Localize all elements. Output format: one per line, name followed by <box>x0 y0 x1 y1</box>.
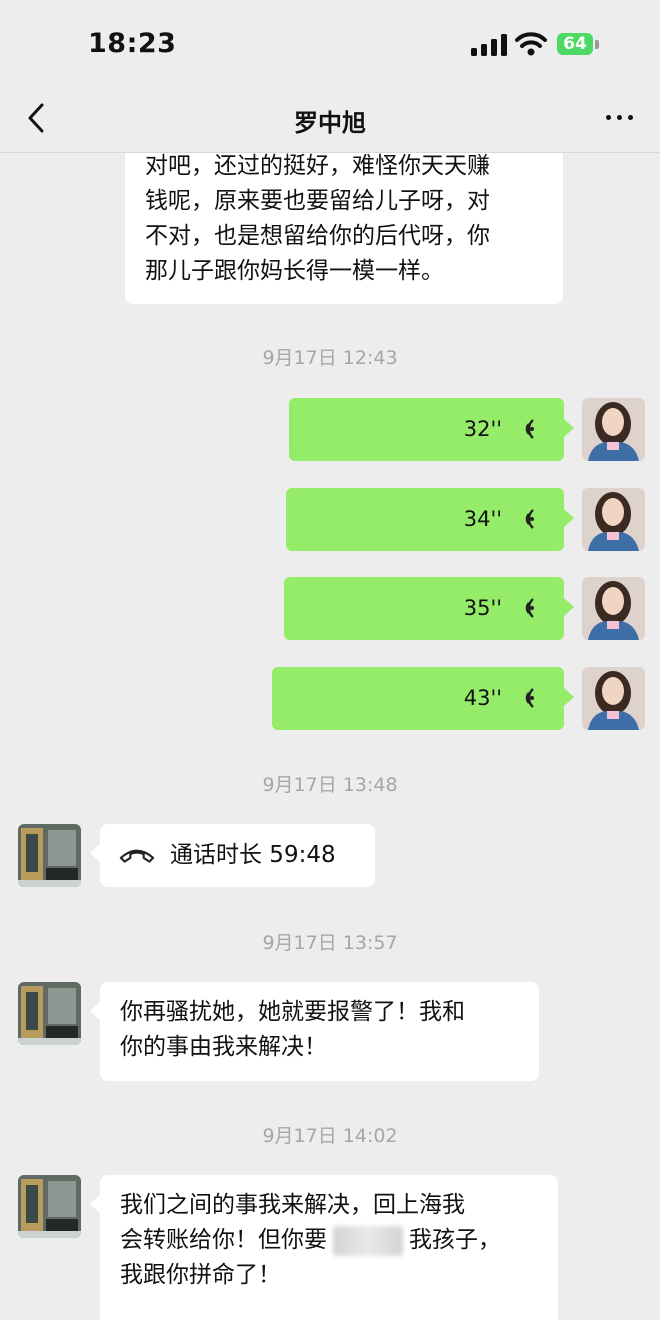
voice-message-bubble[interactable]: 32'' <box>289 398 574 461</box>
timestamp: 9月17日 14:02 <box>262 1125 398 1147</box>
redacted-blur <box>333 1225 403 1256</box>
avatar-self[interactable] <box>582 577 645 640</box>
message-line: 你的事由我来解决！ <box>120 1034 327 1060</box>
voice-message-bubble[interactable]: 35'' <box>284 577 574 640</box>
message-bubble-incoming[interactable]: 对吧，还过的挺好，难怪你天天赚 钱呢，原来要也要留给儿子呀，对 不对，也是想留给… <box>125 153 563 304</box>
call-record-bubble[interactable]: 通话时长 59:48 <box>90 824 375 887</box>
message-line: 对吧，还过的挺好，难怪你天天赚 <box>145 153 490 179</box>
message-line: 钱呢，原来要也要留给儿子呀，对 <box>145 188 490 214</box>
phone-icon <box>119 849 155 863</box>
timestamp: 9月17日 13:48 <box>262 774 398 796</box>
avatar-self[interactable] <box>582 488 645 551</box>
voice-duration: 35'' <box>463 596 502 620</box>
message-line: 我跟你拼命了！ <box>120 1262 281 1288</box>
avatar-self[interactable] <box>582 398 645 461</box>
timestamp: 9月17日 13:57 <box>262 932 398 954</box>
message-list[interactable]: 对吧，还过的挺好，难怪你天天赚 钱呢，原来要也要留给儿子呀，对 不对，也是想留给… <box>0 153 660 1320</box>
avatar-contact[interactable] <box>18 982 81 1045</box>
status-bar: 18:23 64 <box>0 0 660 90</box>
voice-duration: 43'' <box>463 686 502 710</box>
message-line: 你再骚扰她，她就要报警了！我和 <box>120 999 465 1025</box>
voice-wave-icon <box>525 688 534 708</box>
contact-name[interactable]: 罗中旭 <box>0 103 660 138</box>
message-bubble-incoming[interactable]: 你再骚扰她，她就要报警了！我和 你的事由我来解决！ <box>90 982 539 1081</box>
message-fragment: 会转账给你！但你要 <box>120 1227 327 1253</box>
chat-header: 罗中旭 <box>0 90 660 153</box>
battery-icon: 64 <box>557 33 593 55</box>
status-time: 18:23 <box>88 28 177 59</box>
avatar-contact[interactable] <box>18 824 81 887</box>
voice-message-bubble[interactable]: 34'' <box>286 488 574 551</box>
timestamp: 9月17日 12:43 <box>262 347 398 369</box>
message-line: 会转账给你！但你要 我孩子， <box>120 1223 538 1258</box>
message-fragment: 我孩子， <box>409 1227 501 1253</box>
call-duration-text: 通话时长 59:48 <box>170 842 336 868</box>
voice-duration: 34'' <box>463 507 502 531</box>
avatar-self[interactable] <box>582 667 645 730</box>
message-bubble-incoming[interactable]: 我们之间的事我来解决，回上海我 会转账给你！但你要 我孩子， 我跟你拼命了！ <box>90 1175 558 1320</box>
message-line: 我们之间的事我来解决，回上海我 <box>120 1192 465 1218</box>
voice-message-bubble[interactable]: 43'' <box>272 667 574 730</box>
voice-wave-icon <box>525 419 534 439</box>
battery-cap <box>595 40 599 49</box>
voice-duration: 32'' <box>463 417 502 441</box>
avatar-contact[interactable] <box>18 1175 81 1238</box>
more-dots-icon[interactable] <box>600 106 640 128</box>
cellular-signal-icon <box>471 34 507 56</box>
wifi-icon <box>515 32 547 56</box>
message-line: 不对，也是想留给你的后代呀，你 <box>145 223 490 249</box>
voice-wave-icon <box>525 598 534 618</box>
voice-wave-icon <box>525 509 534 529</box>
message-line: 那儿子跟你妈长得一模一样。 <box>145 258 444 284</box>
